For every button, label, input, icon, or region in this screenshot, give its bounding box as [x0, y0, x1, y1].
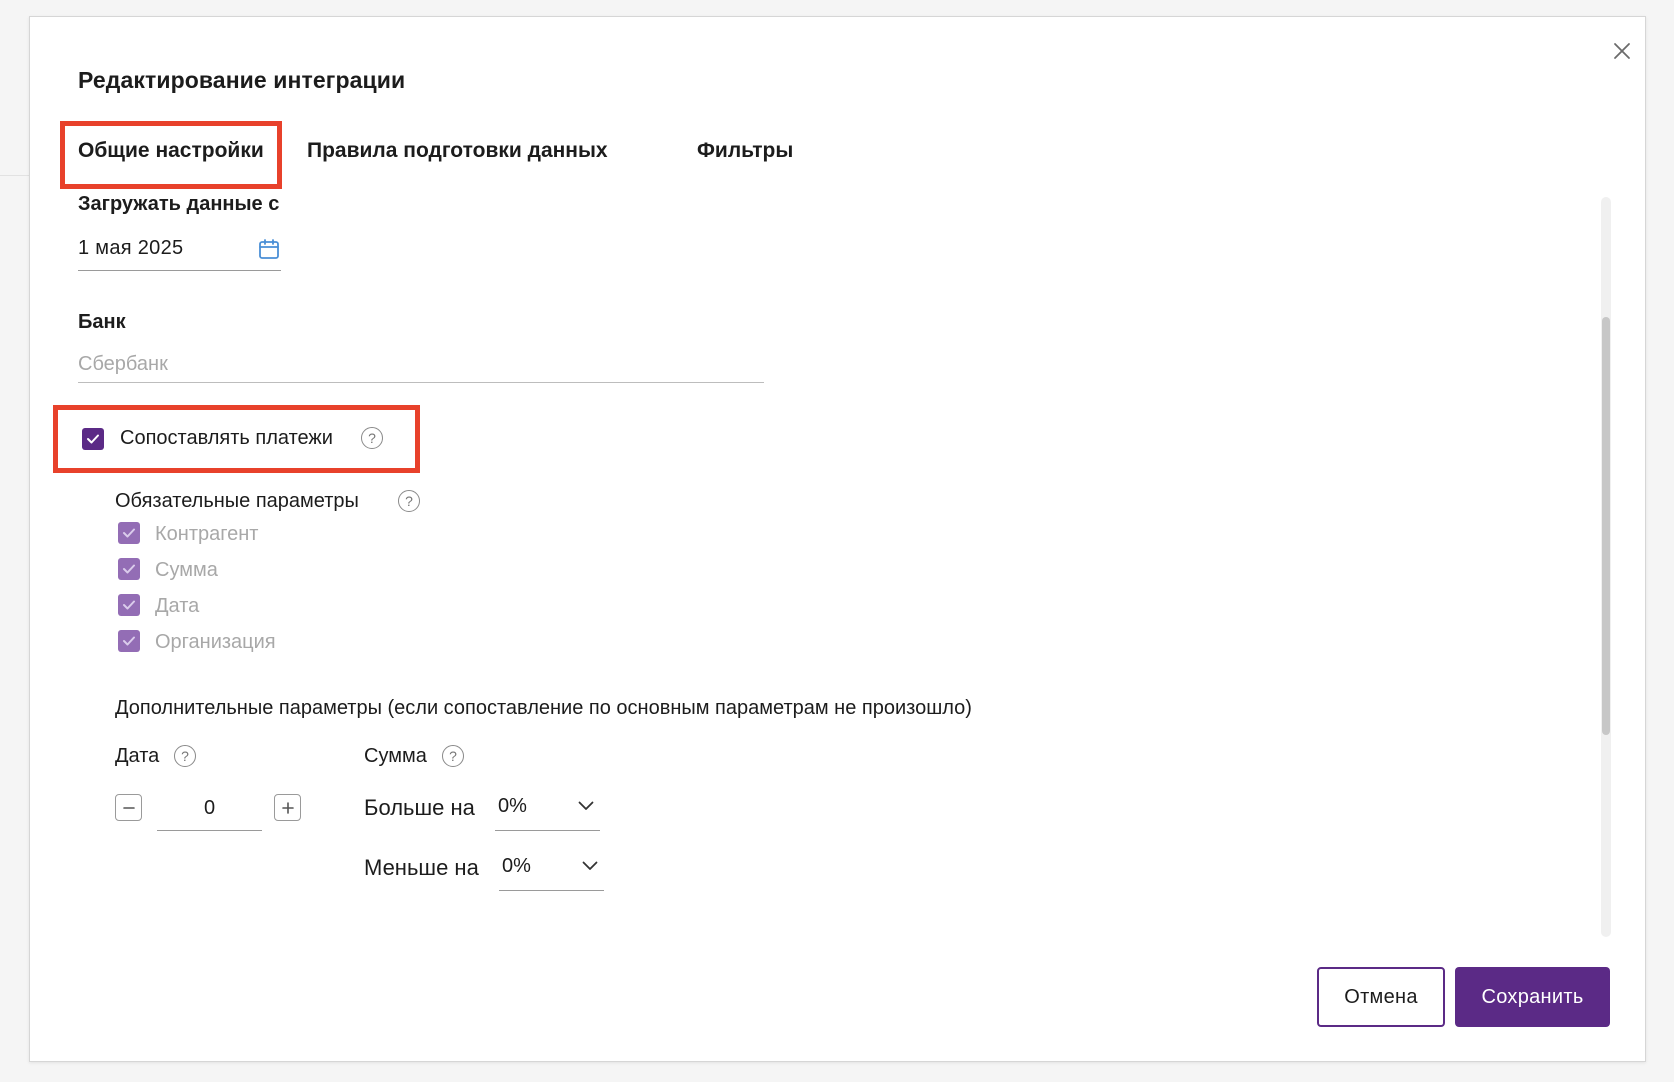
more-by-label: Больше на — [364, 795, 475, 820]
required-params-title: Обязательные параметры — [115, 490, 359, 512]
required-checkbox-date — [118, 594, 140, 616]
more-by-value: 0% — [498, 795, 527, 817]
cancel-button[interactable]: Отмена — [1317, 967, 1445, 1027]
scrollbar-thumb[interactable] — [1602, 317, 1610, 735]
less-by-select[interactable]: 0% — [499, 845, 604, 891]
save-button[interactable]: Сохранить — [1455, 967, 1610, 1027]
required-param-label: Сумма — [155, 559, 218, 581]
help-icon[interactable]: ? — [174, 745, 196, 767]
check-icon — [123, 600, 135, 610]
calendar-icon[interactable] — [257, 237, 281, 261]
more-by-select[interactable]: 0% — [495, 785, 600, 831]
modal-title: Редактирование интеграции — [78, 67, 406, 93]
required-param-label: Контрагент — [155, 523, 259, 545]
help-icon[interactable]: ? — [361, 427, 383, 449]
match-payments-checkbox[interactable] — [82, 428, 104, 450]
additional-params-title: Дополнительные параметры (если сопоставл… — [115, 697, 972, 719]
check-icon — [123, 636, 135, 646]
tab-data-preparation-rules[interactable]: Правила подготовки данных — [307, 139, 608, 163]
bank-label: Банк — [78, 311, 126, 333]
bank-value: Сбербанк — [78, 353, 168, 375]
chevron-down-icon — [582, 861, 598, 870]
close-icon — [1614, 43, 1630, 59]
match-payments-label[interactable]: Сопоставлять платежи — [120, 427, 333, 450]
help-icon[interactable]: ? — [442, 745, 464, 767]
required-checkbox-organization — [118, 630, 140, 652]
sum-tolerance-label: Сумма — [364, 745, 427, 767]
required-param-label: Организация — [155, 631, 276, 653]
required-param-label: Дата — [155, 595, 200, 617]
close-button[interactable] — [1605, 34, 1639, 68]
load-date-field[interactable]: 1 мая 2025 — [78, 229, 281, 271]
date-increment-button[interactable] — [274, 794, 301, 821]
edit-integration-modal: Редактирование интеграции Общие настройк… — [29, 16, 1646, 1062]
check-icon — [123, 564, 135, 574]
check-icon — [123, 528, 135, 538]
required-checkbox-counterparty — [118, 522, 140, 544]
date-decrement-button[interactable] — [115, 794, 142, 821]
date-offset-label: Дата — [115, 745, 160, 767]
plus-icon — [281, 801, 294, 814]
check-icon — [87, 434, 99, 444]
chevron-down-icon — [578, 801, 594, 810]
less-by-label: Меньше на — [364, 855, 479, 880]
help-icon[interactable]: ? — [398, 490, 420, 512]
minus-icon — [122, 806, 135, 809]
required-checkbox-sum — [118, 558, 140, 580]
date-offset-input[interactable]: 0 — [157, 787, 262, 831]
bank-field: Сбербанк — [78, 347, 764, 383]
load-date-value: 1 мая 2025 — [78, 237, 184, 259]
less-by-value: 0% — [502, 855, 531, 877]
highlight-box-tab — [60, 121, 282, 189]
load-from-label: Загружать данные с — [78, 193, 280, 215]
tab-filters[interactable]: Фильтры — [697, 139, 793, 163]
